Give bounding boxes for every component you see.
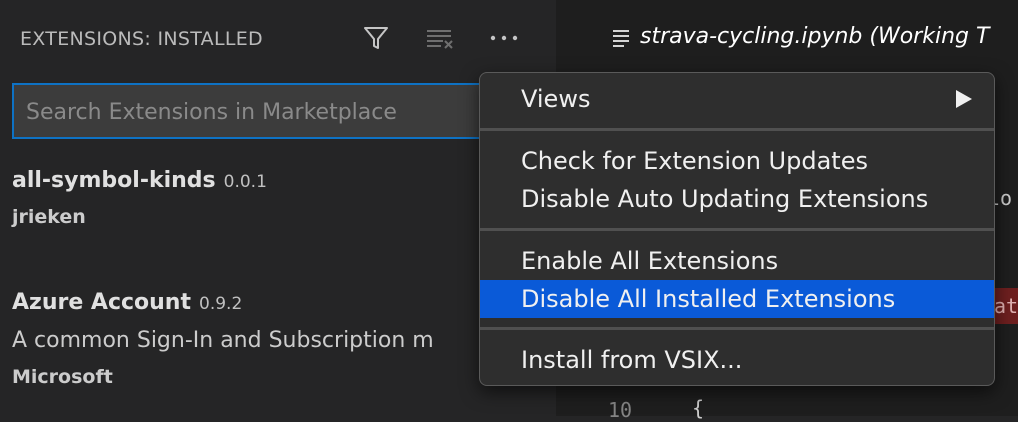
- menu-item-check-updates[interactable]: Check for Extension Updates: [480, 142, 994, 180]
- menu-item-label: Check for Extension Updates: [521, 147, 868, 175]
- clear-extensions-icon[interactable]: [424, 22, 456, 54]
- menu-separator: [480, 128, 994, 131]
- menu-item-label: Disable Auto Updating Extensions: [521, 185, 929, 213]
- menu-item-install-vsix[interactable]: Install from VSIX...: [480, 341, 994, 379]
- editor-tab[interactable]: strava-cycling.ipynb (Working T: [556, 0, 1018, 76]
- extension-publisher: jrieken: [12, 206, 86, 228]
- code-fragment-highlighted: at: [994, 288, 1018, 324]
- menu-item-disable-auto-updating[interactable]: Disable Auto Updating Extensions: [480, 180, 994, 218]
- extension-publisher: Microsoft: [12, 366, 113, 388]
- extension-item[interactable]: Azure Account 0.9.2 A common Sign-In and …: [12, 288, 552, 398]
- line-number: 10: [608, 398, 633, 422]
- extension-name: all-symbol-kinds: [12, 168, 216, 193]
- menu-separator: [480, 327, 994, 330]
- menu-separator: [480, 228, 994, 231]
- extension-version: 0.9.2: [199, 294, 243, 314]
- menu-item-views[interactable]: Views: [480, 80, 994, 118]
- search-extensions-box[interactable]: [12, 83, 482, 139]
- search-input[interactable]: [24, 85, 478, 139]
- menu-item-enable-all[interactable]: Enable All Extensions: [480, 242, 994, 280]
- extension-name: Azure Account: [12, 290, 191, 315]
- submenu-arrow-icon: [956, 90, 972, 108]
- menu-item-label: Disable All Installed Extensions: [521, 285, 896, 313]
- tab-label: strava-cycling.ipynb (Working T: [640, 24, 990, 49]
- menu-item-label: Views: [521, 85, 591, 113]
- sidebar-header: EXTENSIONS: INSTALLED: [0, 0, 556, 76]
- menu-item-label: Enable All Extensions: [521, 247, 779, 275]
- extension-item[interactable]: all-symbol-kinds 0.0.1 jrieken: [12, 166, 552, 246]
- notebook-file-icon: [612, 28, 630, 52]
- extensions-sidebar: EXTENSIONS: INSTALLED all-symbol-kinds 0.…: [0, 0, 556, 416]
- extension-version: 0.0.1: [223, 172, 267, 192]
- menu-item-label: Install from VSIX...: [521, 346, 743, 374]
- more-actions-icon[interactable]: [488, 22, 520, 54]
- menu-item-disable-all-installed[interactable]: Disable All Installed Extensions: [480, 280, 994, 318]
- code-fragment: {: [692, 396, 705, 420]
- sidebar-title: EXTENSIONS: INSTALLED: [20, 28, 263, 50]
- extensions-context-menu: Views Check for Extension Updates Disabl…: [479, 72, 995, 386]
- filter-icon[interactable]: [360, 22, 392, 54]
- editor-tab-bar: strava-cycling.ipynb (Working T: [556, 0, 1018, 76]
- extension-description: A common Sign-In and Subscription m: [12, 328, 434, 353]
